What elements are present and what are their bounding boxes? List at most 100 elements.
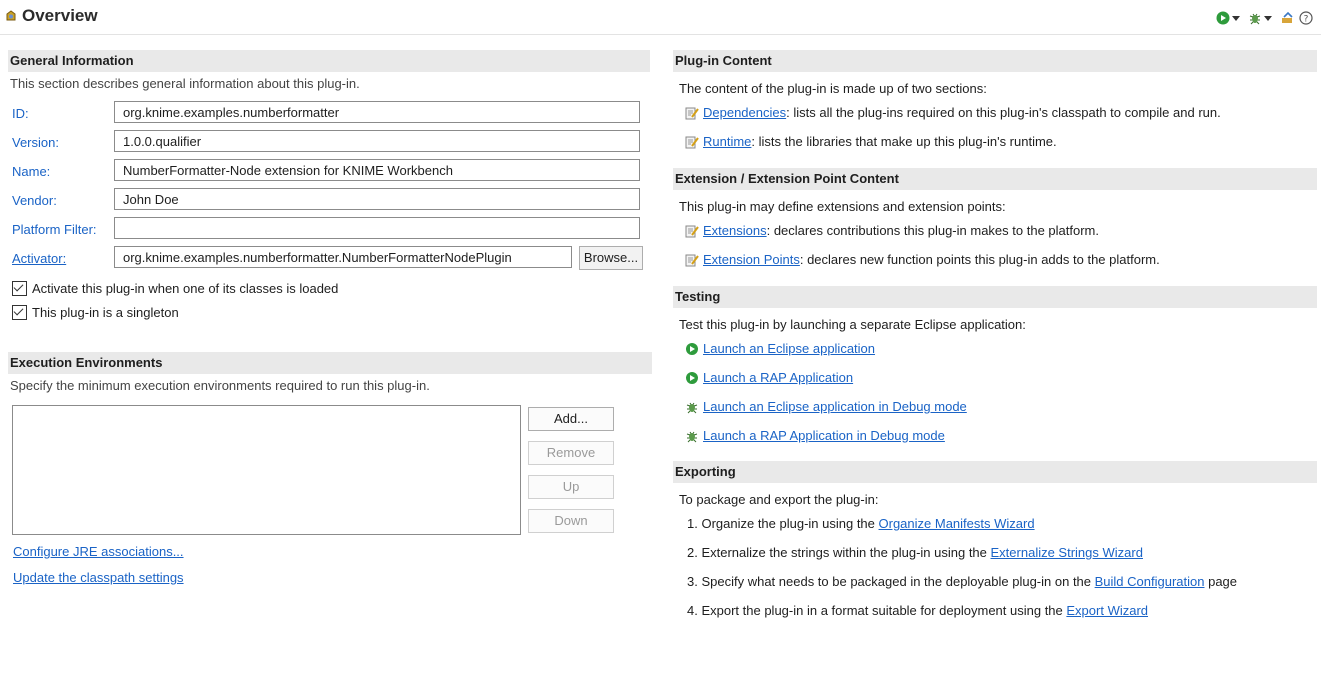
editor-header: Overview ?	[0, 0, 1321, 35]
name-label: Name:	[12, 164, 51, 179]
export-step-4: 4. Export the plug-in in a format suitab…	[687, 596, 1317, 625]
run-button[interactable]	[1216, 11, 1244, 25]
plugin-content-header: Plug-in Content	[673, 50, 1317, 72]
page-edit-icon	[685, 107, 699, 119]
page-edit-icon	[685, 254, 699, 266]
down-button[interactable]: Down	[528, 509, 614, 533]
activator-field[interactable]: org.knime.examples.numberformatter.Numbe…	[114, 246, 572, 268]
general-info-description: This section describes general informati…	[10, 76, 360, 91]
dependencies-item: Dependencies : lists all the plug-ins re…	[685, 98, 1317, 127]
configure-jre-link[interactable]: Configure JRE associations...	[13, 544, 184, 559]
organize-manifests-link[interactable]: Organize Manifests Wizard	[879, 516, 1035, 531]
export-step-3: 3. Specify what needs to be packaged in …	[687, 567, 1317, 596]
plugin-content-intro: The content of the plug-in is made up of…	[679, 81, 987, 96]
runtime-text: : lists the libraries that make up this …	[751, 134, 1057, 149]
dependencies-link[interactable]: Dependencies	[703, 105, 786, 120]
left-column: General Information This section describ…	[8, 50, 652, 585]
extension-points-item: Extension Points : declares new function…	[685, 245, 1317, 274]
extensions-text: : declares contributions this plug-in ma…	[766, 223, 1099, 238]
export-step-1-text: 1. Organize the plug-in using the	[687, 516, 879, 531]
extensions-item: Extensions : declares contributions this…	[685, 216, 1317, 245]
platform-filter-row: Platform Filter:	[8, 216, 650, 245]
activate-checkbox[interactable]	[12, 280, 27, 296]
export-step-1: 1. Organize the plug-in using the Organi…	[687, 509, 1317, 538]
general-info-header: General Information	[8, 50, 650, 72]
run-icon	[686, 371, 698, 384]
page-edit-icon	[685, 136, 699, 148]
runtime-link[interactable]: Runtime	[703, 134, 751, 149]
page-edit-icon	[685, 225, 699, 237]
chevron-down-icon	[1264, 15, 1272, 21]
externalize-strings-link[interactable]: Externalize Strings Wizard	[991, 545, 1143, 560]
extension-points-text: : declares new function points this plug…	[799, 252, 1160, 267]
export-button[interactable]	[1280, 11, 1295, 25]
singleton-checkbox-label: This plug-in is a singleton	[32, 304, 179, 320]
launch-rap-link[interactable]: Launch a RAP Application	[703, 370, 853, 385]
up-button[interactable]: Up	[528, 475, 614, 499]
activate-checkbox-row[interactable]: Activate this plug-in when one of its cl…	[12, 276, 650, 300]
export-step-2: 2. Externalize the strings within the pl…	[687, 538, 1317, 567]
activate-checkbox-label: Activate this plug-in when one of its cl…	[32, 280, 339, 296]
run-icon	[1216, 11, 1230, 25]
activator-row: Activator: org.knime.examples.numberform…	[8, 245, 650, 274]
page-title: Overview	[4, 6, 98, 26]
chevron-down-icon	[1232, 15, 1240, 21]
debug-rap-link[interactable]: Launch a RAP Application in Debug mode	[703, 428, 945, 443]
platform-filter-field[interactable]	[114, 217, 640, 239]
remove-button[interactable]: Remove	[528, 441, 614, 465]
debug-icon	[686, 402, 698, 413]
id-row: ID: org.knime.examples.numberformatter	[8, 100, 650, 129]
export-wizard-link[interactable]: Export Wizard	[1066, 603, 1148, 618]
exec-env-description: Specify the minimum execution environmen…	[10, 378, 430, 393]
help-button[interactable]: ?	[1299, 11, 1313, 25]
extension-content-header: Extension / Extension Point Content	[673, 168, 1317, 190]
name-field[interactable]: NumberFormatter-Node extension for KNIME…	[114, 159, 640, 181]
singleton-checkbox[interactable]	[12, 304, 27, 320]
runtime-item: Runtime : lists the libraries that make …	[685, 127, 1317, 156]
plugin-icon	[6, 10, 16, 21]
vendor-field[interactable]: John Doe	[114, 188, 640, 210]
testing-header: Testing	[673, 286, 1317, 308]
help-icon: ?	[1299, 11, 1313, 25]
launch-eclipse-item: Launch an Eclipse application	[685, 334, 1317, 363]
debug-icon	[686, 431, 698, 442]
extension-points-link[interactable]: Extension Points	[703, 252, 800, 267]
export-step-3-suffix: page	[1204, 574, 1238, 589]
version-field[interactable]: 1.0.0.qualifier	[114, 130, 640, 152]
header-toolbar: ?	[1216, 11, 1313, 25]
singleton-checkbox-row[interactable]: This plug-in is a singleton	[12, 300, 650, 324]
right-column: Plug-in Content The content of the plug-…	[673, 50, 1317, 625]
testing-intro: Test this plug-in by launching a separat…	[679, 317, 1026, 332]
extension-content-intro: This plug-in may define extensions and e…	[679, 199, 1006, 214]
exec-env-header: Execution Environments	[8, 352, 652, 374]
build-configuration-link[interactable]: Build Configuration	[1095, 574, 1205, 589]
exporting-header: Exporting	[673, 461, 1317, 483]
browse-button[interactable]: Browse...	[579, 246, 643, 270]
debug-button[interactable]	[1248, 11, 1276, 25]
debug-eclipse-item: Launch an Eclipse application in Debug m…	[685, 392, 1317, 421]
exporting-intro: To package and export the plug-in:	[679, 492, 879, 507]
name-row: Name: NumberFormatter-Node extension for…	[8, 158, 650, 187]
export-step-3-text: 3. Specify what needs to be packaged in …	[687, 574, 1095, 589]
debug-icon	[1249, 13, 1261, 25]
version-label: Version:	[12, 135, 59, 150]
export-step-2-text: 2. Externalize the strings within the pl…	[687, 545, 991, 560]
vendor-label: Vendor:	[12, 193, 57, 208]
extensions-link[interactable]: Extensions	[703, 223, 767, 238]
export-icon	[1282, 11, 1293, 23]
debug-rap-item: Launch a RAP Application in Debug mode	[685, 421, 1317, 450]
launch-rap-item: Launch a RAP Application	[685, 363, 1317, 392]
update-classpath-link[interactable]: Update the classpath settings	[13, 570, 184, 585]
export-step-4-text: 4. Export the plug-in in a format suitab…	[687, 603, 1067, 618]
run-icon	[686, 342, 698, 355]
page-title-text: Overview	[22, 6, 98, 25]
id-field[interactable]: org.knime.examples.numberformatter	[114, 101, 640, 123]
id-label: ID:	[12, 106, 29, 121]
launch-eclipse-link[interactable]: Launch an Eclipse application	[703, 341, 875, 356]
platform-filter-label: Platform Filter:	[12, 222, 97, 237]
exec-env-list[interactable]	[12, 405, 521, 535]
version-row: Version: 1.0.0.qualifier	[8, 129, 650, 158]
debug-eclipse-link[interactable]: Launch an Eclipse application in Debug m…	[703, 399, 967, 414]
add-button[interactable]: Add...	[528, 407, 614, 431]
activator-link[interactable]: Activator:	[12, 251, 66, 266]
